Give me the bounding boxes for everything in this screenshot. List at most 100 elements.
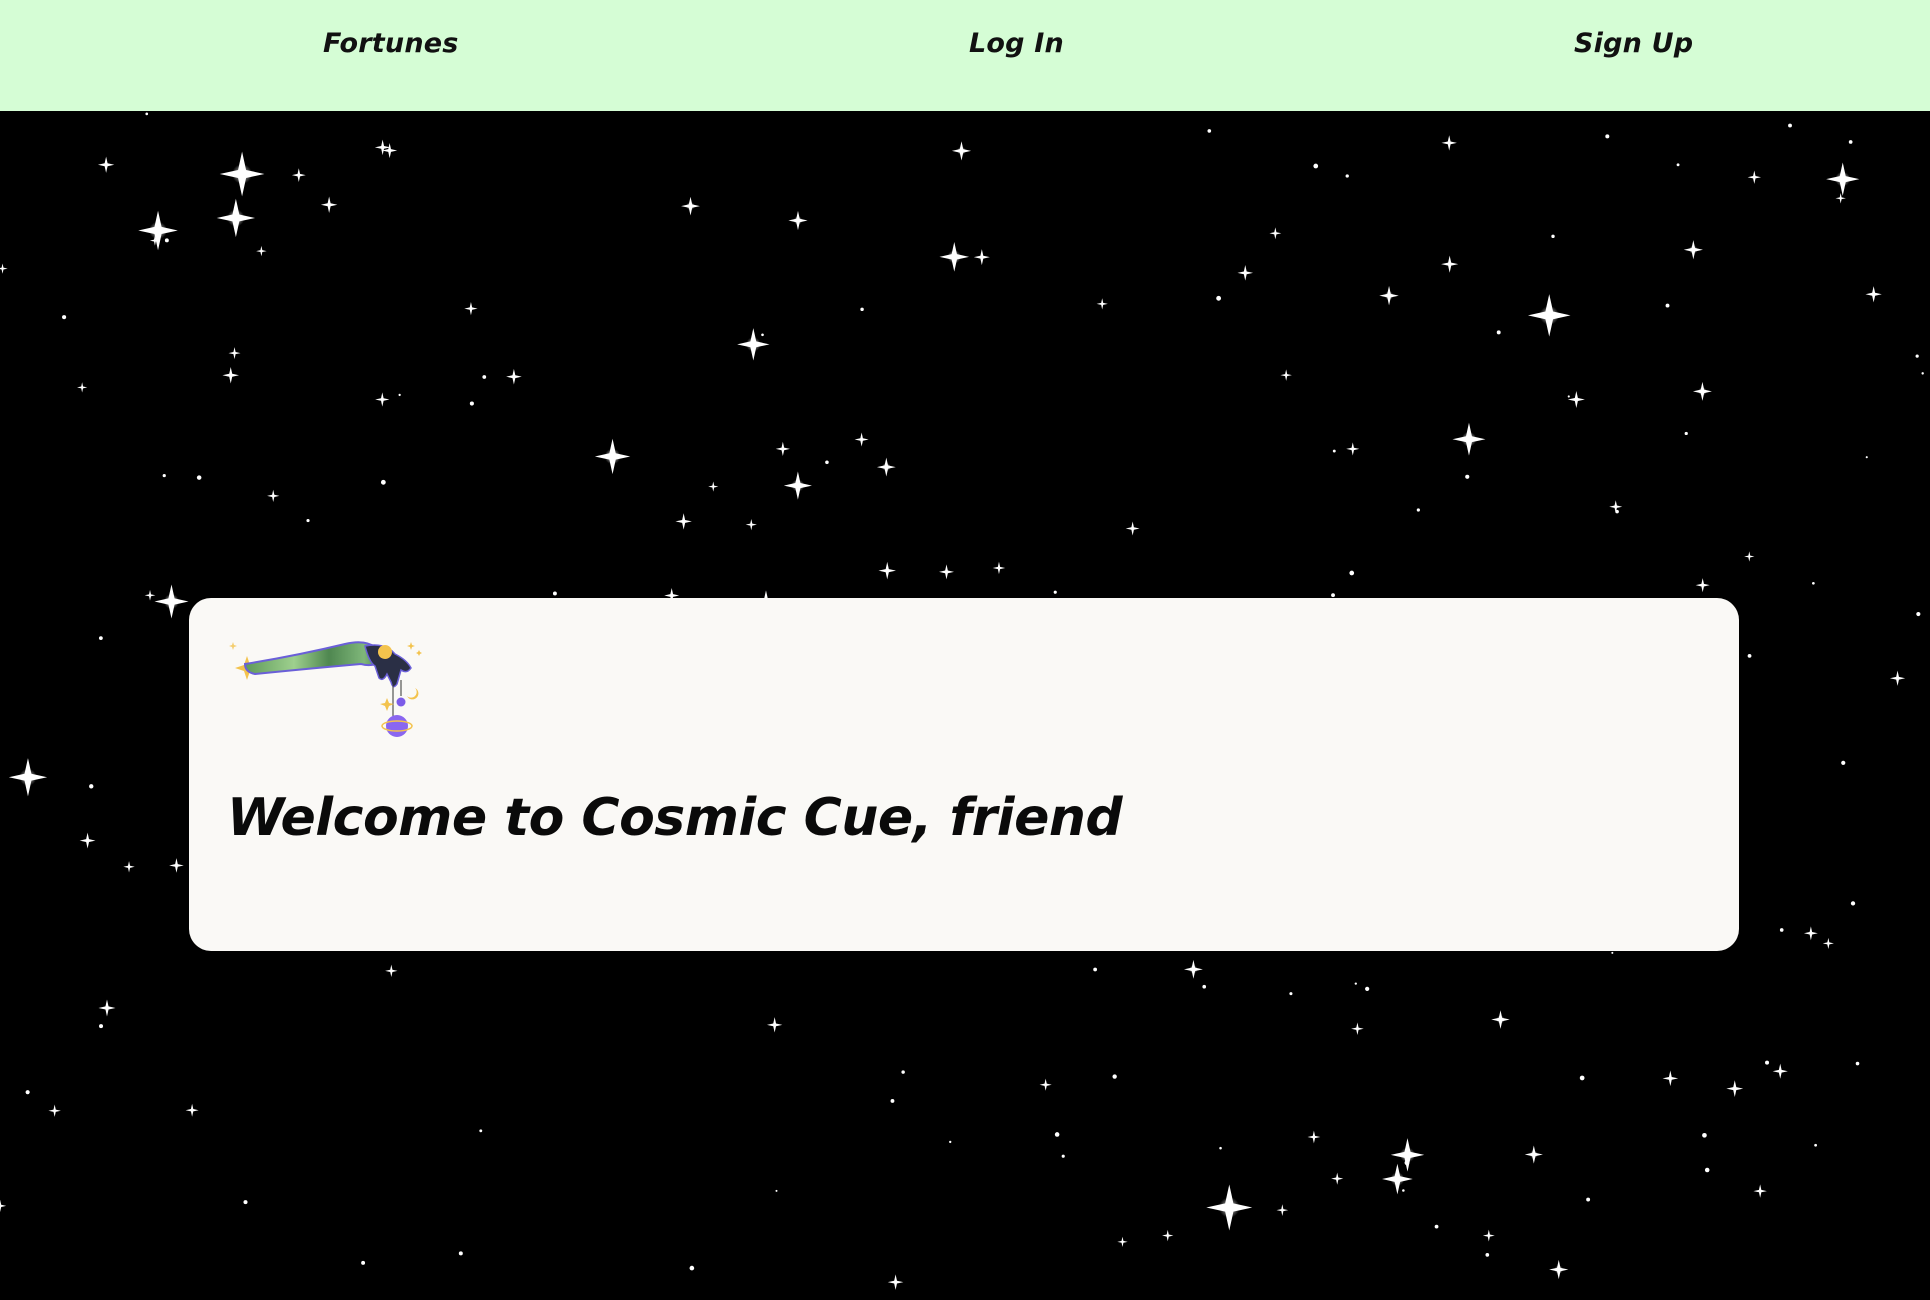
star-sparkle xyxy=(375,392,390,407)
cosmic-hand-logo-icon xyxy=(229,641,422,737)
star-sparkle xyxy=(382,142,398,159)
star-sparkle xyxy=(0,263,8,274)
star-sparkle xyxy=(1280,369,1292,381)
star-dot xyxy=(761,333,764,337)
star-sparkle xyxy=(1567,390,1585,409)
star-sparkle xyxy=(708,481,719,492)
star-sparkle xyxy=(1237,265,1254,281)
star-dot xyxy=(145,112,149,116)
star-dot xyxy=(890,1099,895,1103)
star-dot xyxy=(1061,1154,1065,1158)
star-sparkle xyxy=(887,1274,904,1290)
star-dot xyxy=(1850,901,1856,906)
star-dot xyxy=(689,1265,695,1271)
star-sparkle xyxy=(464,301,478,316)
star-sparkle xyxy=(1753,1184,1767,1198)
star-dot xyxy=(380,479,386,485)
star-dot xyxy=(243,1200,248,1205)
star-dot xyxy=(1915,354,1919,358)
star-sparkle xyxy=(1162,1229,1174,1242)
star-glow xyxy=(232,163,253,185)
star-dot xyxy=(1916,611,1921,617)
star-dot xyxy=(1586,1197,1591,1202)
star-sparkle xyxy=(1662,1070,1679,1087)
star-sparkle xyxy=(1803,926,1818,941)
star-sparkle xyxy=(766,1017,783,1033)
star-sparkle xyxy=(1747,170,1762,184)
star-dot xyxy=(1812,581,1815,585)
star-dot xyxy=(825,460,829,465)
star-dot xyxy=(1331,593,1335,598)
star-glow xyxy=(957,146,966,156)
star-sparkle xyxy=(1695,578,1710,593)
star-sparkle xyxy=(1269,227,1282,240)
star-sparkle xyxy=(48,1104,61,1117)
star-sparkle xyxy=(1096,298,1108,310)
star-sparkle xyxy=(1482,1229,1495,1242)
star-sparkle xyxy=(854,432,869,447)
nav-fortunes-link[interactable]: Fortunes xyxy=(323,28,459,59)
star-glow xyxy=(227,209,245,227)
star-dot xyxy=(458,1251,463,1256)
star-sparkle xyxy=(97,156,115,173)
star-dot xyxy=(1676,163,1680,167)
star-dot xyxy=(1053,590,1057,594)
star-sparkle xyxy=(0,1199,7,1212)
star-glow xyxy=(686,201,695,211)
star-dot xyxy=(1354,982,1357,985)
star-dot xyxy=(1289,992,1293,996)
star-sparkle xyxy=(1744,551,1755,562)
star-dot xyxy=(1814,1143,1817,1147)
welcome-heading: Welcome to Cosmic Cue, friend xyxy=(227,788,1123,848)
star-sparkle xyxy=(385,964,398,978)
star-dot xyxy=(552,591,557,596)
star-glow xyxy=(1689,245,1698,255)
star-dot xyxy=(1416,508,1420,512)
star-sparkle xyxy=(1726,1080,1744,1098)
star-dot xyxy=(1615,509,1619,514)
star-sparkle xyxy=(123,861,135,873)
star-dot xyxy=(1404,1160,1410,1166)
star-sparkle xyxy=(1331,1172,1344,1185)
star-dot xyxy=(1765,1060,1770,1065)
star-sparkle xyxy=(775,441,790,457)
star-sparkle xyxy=(144,589,156,601)
star-sparkle xyxy=(1441,135,1457,151)
star-dot xyxy=(1551,234,1555,239)
star-dot xyxy=(162,473,166,478)
star-sparkle xyxy=(1125,521,1140,536)
star-sparkle xyxy=(256,245,267,257)
star-sparkle xyxy=(1039,1078,1052,1091)
star-glow xyxy=(149,221,167,240)
nav-login-link[interactable]: Log In xyxy=(969,28,1064,59)
star-sparkle xyxy=(320,196,338,213)
star-glow xyxy=(882,462,891,472)
star-dot xyxy=(98,636,103,641)
star-glow xyxy=(163,593,180,610)
star-dot xyxy=(949,1140,952,1144)
star-sparkle xyxy=(228,347,241,360)
star-sparkle xyxy=(1835,193,1846,204)
star-dot xyxy=(62,315,67,320)
star-glow xyxy=(1399,1147,1416,1163)
star-dot xyxy=(1788,123,1792,128)
star-sparkle xyxy=(1865,286,1882,303)
top-navbar: Fortunes Log In Sign Up xyxy=(0,0,1930,111)
star-sparkle xyxy=(506,368,522,385)
star-sparkle xyxy=(1346,442,1360,456)
star-dot xyxy=(901,1070,905,1074)
star-sparkle xyxy=(291,168,306,182)
star-sparkle xyxy=(939,564,954,580)
star-glow xyxy=(1835,171,1851,187)
star-dot xyxy=(1865,456,1868,459)
star-dot xyxy=(99,1024,104,1029)
star-dot xyxy=(1605,134,1610,139)
star-sparkle xyxy=(98,999,116,1017)
star-dot xyxy=(1921,372,1924,375)
star-dot xyxy=(1434,1224,1439,1229)
welcome-card: Welcome to Cosmic Cue, friend xyxy=(189,598,1739,951)
star-glow xyxy=(1218,1197,1240,1218)
star-sparkle xyxy=(169,858,184,873)
nav-signup-link[interactable]: Sign Up xyxy=(1574,28,1693,59)
star-sparkle xyxy=(1307,1130,1321,1144)
